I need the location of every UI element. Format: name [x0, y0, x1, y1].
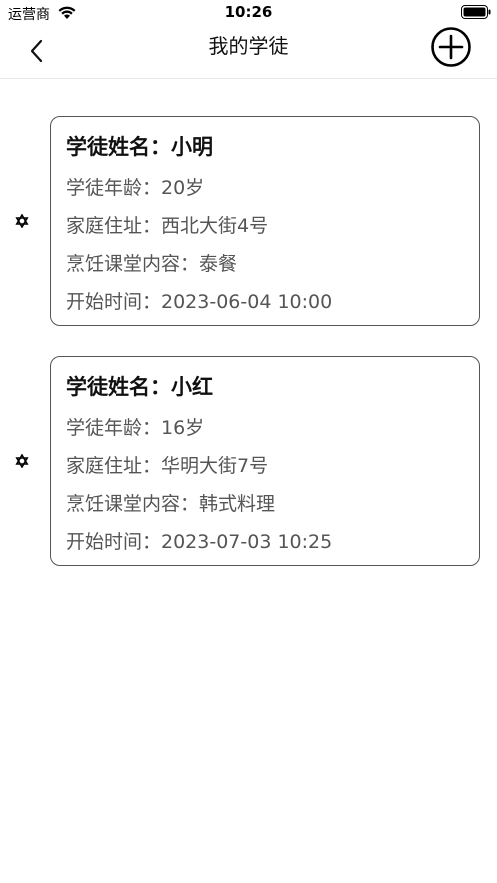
nav-bar: 我的学徒 — [0, 26, 497, 79]
apprentice-start-time: 开始时间：2023-07-03 10:25 — [66, 531, 333, 553]
apprentice-name: 学徒姓名：小红 — [66, 375, 213, 399]
status-time: 10:26 — [224, 3, 273, 21]
apprentice-age: 学徒年龄：20岁 — [66, 177, 205, 199]
apprentice-start-time: 开始时间：2023-06-04 10:00 — [66, 291, 333, 313]
apprentice-course: 烹饪课堂内容：韩式料理 — [66, 493, 276, 515]
add-apprentice-button[interactable] — [430, 26, 472, 68]
page-title: 我的学徒 — [208, 34, 289, 58]
plus-circle-icon — [431, 27, 471, 67]
star-of-david-icon — [15, 214, 29, 228]
apprentice-card[interactable]: 学徒姓名：小明 学徒年龄：20岁 家庭住址：西北大街4号 烹饪课堂内容：泰餐 开… — [50, 116, 480, 326]
battery-icon — [461, 5, 491, 19]
apprentice-age: 学徒年龄：16岁 — [66, 417, 205, 439]
apprentice-card[interactable]: 学徒姓名：小红 学徒年龄：16岁 家庭住址：华明大街7号 烹饪课堂内容：韩式料理… — [50, 356, 480, 566]
star-of-david-icon — [15, 454, 29, 468]
apprentice-course: 烹饪课堂内容：泰餐 — [66, 253, 238, 275]
apprentice-address: 家庭住址：西北大街4号 — [66, 215, 269, 237]
apprentice-address: 家庭住址：华明大街7号 — [66, 455, 269, 477]
status-bar: 运营商 10:26 — [0, 0, 497, 26]
apprentice-row: 学徒姓名：小红 学徒年龄：16岁 家庭住址：华明大街7号 烹饪课堂内容：韩式料理… — [0, 356, 497, 568]
apprentice-name: 学徒姓名：小明 — [66, 135, 213, 159]
apprentice-row: 学徒姓名：小明 学徒年龄：20岁 家庭住址：西北大街4号 烹饪课堂内容：泰餐 开… — [0, 116, 497, 328]
